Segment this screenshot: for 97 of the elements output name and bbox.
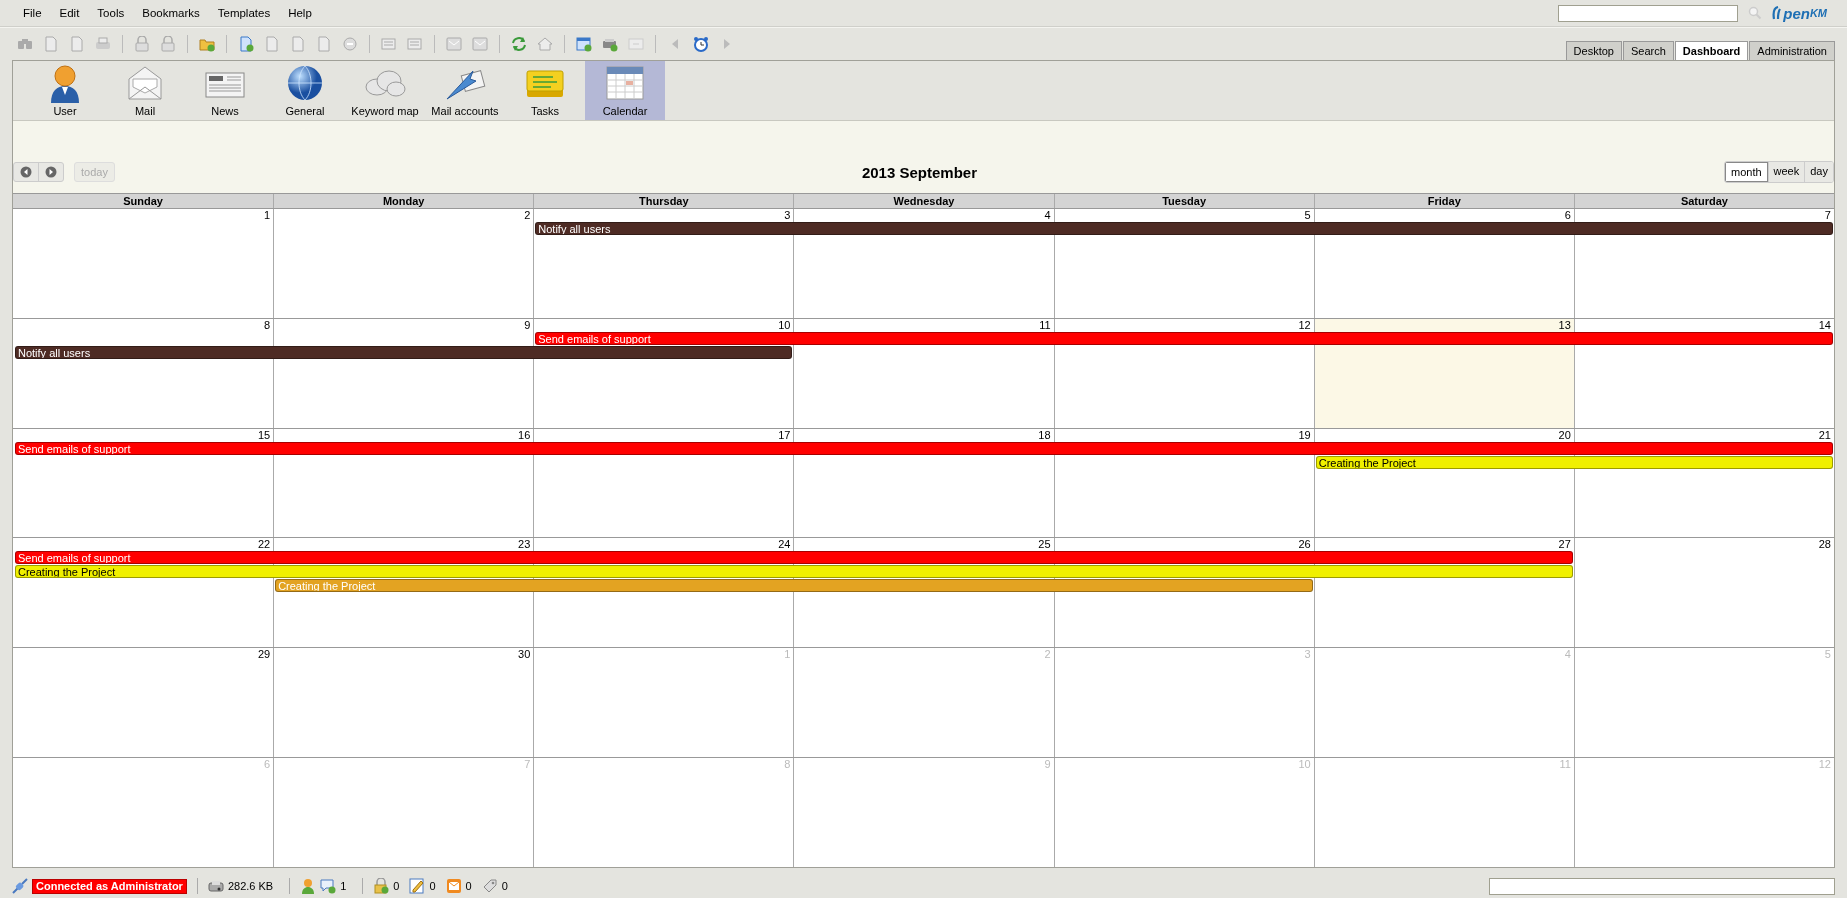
day-number: 2 [1044,648,1052,662]
day-number: 2 [524,209,532,222]
clock-icon[interactable] [693,36,709,52]
calendar-title: 2013 September [860,163,978,181]
day-number: 7 [524,758,532,772]
tab[interactable]: Desktop [1565,41,1622,60]
dashboard-tool[interactable]: Calendar [585,61,665,120]
counter: 0 [465,880,472,892]
hard-drive-icon [207,878,224,894]
tag-icon [481,878,498,894]
refresh-icon[interactable] [511,36,527,52]
day-number: 6 [1564,209,1572,222]
day-number: 25 [1038,538,1052,552]
dashboard-tool[interactable]: Mail accounts [425,61,505,120]
search-icon[interactable] [1748,6,1763,20]
lock-icon [373,878,390,894]
day-number: 9 [1044,758,1052,772]
counter: 0 [393,880,400,892]
day-number: 19 [1298,428,1312,442]
menu-item[interactable]: Bookmarks [133,7,209,19]
day-number: 11 [1039,318,1052,332]
counter: 0 [429,880,436,892]
storage-size: 282.6 KB [227,880,274,892]
edit-icon [409,878,426,894]
day-number: 30 [518,648,532,662]
dashboard-tool[interactable]: General [265,61,345,120]
view-button[interactable]: day [1804,162,1833,182]
calendar-icon [603,63,647,103]
dashboard-tool[interactable]: News [185,61,265,120]
day-number: 23 [518,538,532,552]
logo: penKM [1772,4,1827,22]
day-number: 4 [1044,209,1052,222]
day-number: 8 [264,318,272,332]
day-number: 13 [1558,318,1572,332]
view-button[interactable]: month [1725,162,1768,182]
plug-icon [12,878,28,894]
menu-item[interactable]: Templates [208,7,280,19]
document-add-icon[interactable] [238,36,254,52]
connection-status: Connected as Administrator [32,878,187,894]
day-number: 27 [1558,538,1572,552]
day-number: 28 [1818,538,1832,552]
scanner-icon[interactable] [602,36,618,52]
dashboard-tool[interactable]: Mail [105,61,185,120]
day-number: 8 [784,758,792,772]
day-number: 22 [257,538,272,552]
day-number: 20 [1558,428,1572,442]
day-number: 21 [1818,428,1832,442]
tab[interactable]: Search [1622,41,1674,60]
menu-item[interactable]: File [14,7,51,19]
day-number: 5 [1824,648,1832,662]
tab[interactable]: Administration [1749,41,1835,60]
day-number: 10 [778,318,792,332]
dashboard-tool[interactable]: Keyword map [345,61,425,120]
day-number: 14 [1818,318,1832,332]
day-number: 15 [257,428,272,442]
status-field[interactable] [1489,877,1835,895]
day-number: 4 [1564,648,1572,662]
menu-item[interactable]: Edit [50,7,89,19]
weekday-header: Saturday [1573,194,1834,208]
day-number: 9 [524,318,532,332]
weekday-header: Monday [273,194,534,208]
day-number: 29 [257,648,272,662]
day-number: 12 [1298,318,1312,332]
day-number: 1 [264,209,272,222]
weekday-header: Tuesday [1053,194,1314,208]
day-number: 26 [1298,538,1312,552]
day-number: 11 [1559,758,1572,772]
day-number: 10 [1298,758,1312,772]
counter: 0 [501,880,508,892]
day-number: 12 [1818,758,1832,772]
day-number: 3 [1304,648,1312,662]
counter: 1 [340,880,347,892]
menu-item[interactable]: Tools [88,7,134,19]
day-number: 5 [1304,209,1312,222]
user-icon [300,878,317,894]
weekday-header: Friday [1313,194,1574,208]
weekday-header: Sunday [122,194,164,208]
day-number: 1 [784,648,792,662]
day-number: 3 [784,209,792,222]
day-number: 24 [778,538,792,552]
day-number: 7 [1824,209,1832,222]
day-number: 16 [518,428,532,442]
day-number: 6 [264,758,272,772]
view-button[interactable]: week [1767,162,1805,182]
day-number: 17 [778,428,792,442]
folder-add-icon[interactable] [199,36,215,52]
weekday-header: Thursday [533,194,794,208]
day-number: 18 [1038,428,1052,442]
dashboard-tool[interactable]: Tasks [505,61,585,120]
tab[interactable]: Dashboard [1674,41,1749,60]
search-field[interactable] [1558,4,1739,22]
mail-icon [445,878,462,894]
chat-icon [320,878,337,894]
dashboard-tool[interactable]: User [25,61,105,120]
weekday-header: Wednesday [793,194,1054,208]
window-add-icon[interactable] [576,36,592,52]
menu-item[interactable]: Help [279,7,321,19]
